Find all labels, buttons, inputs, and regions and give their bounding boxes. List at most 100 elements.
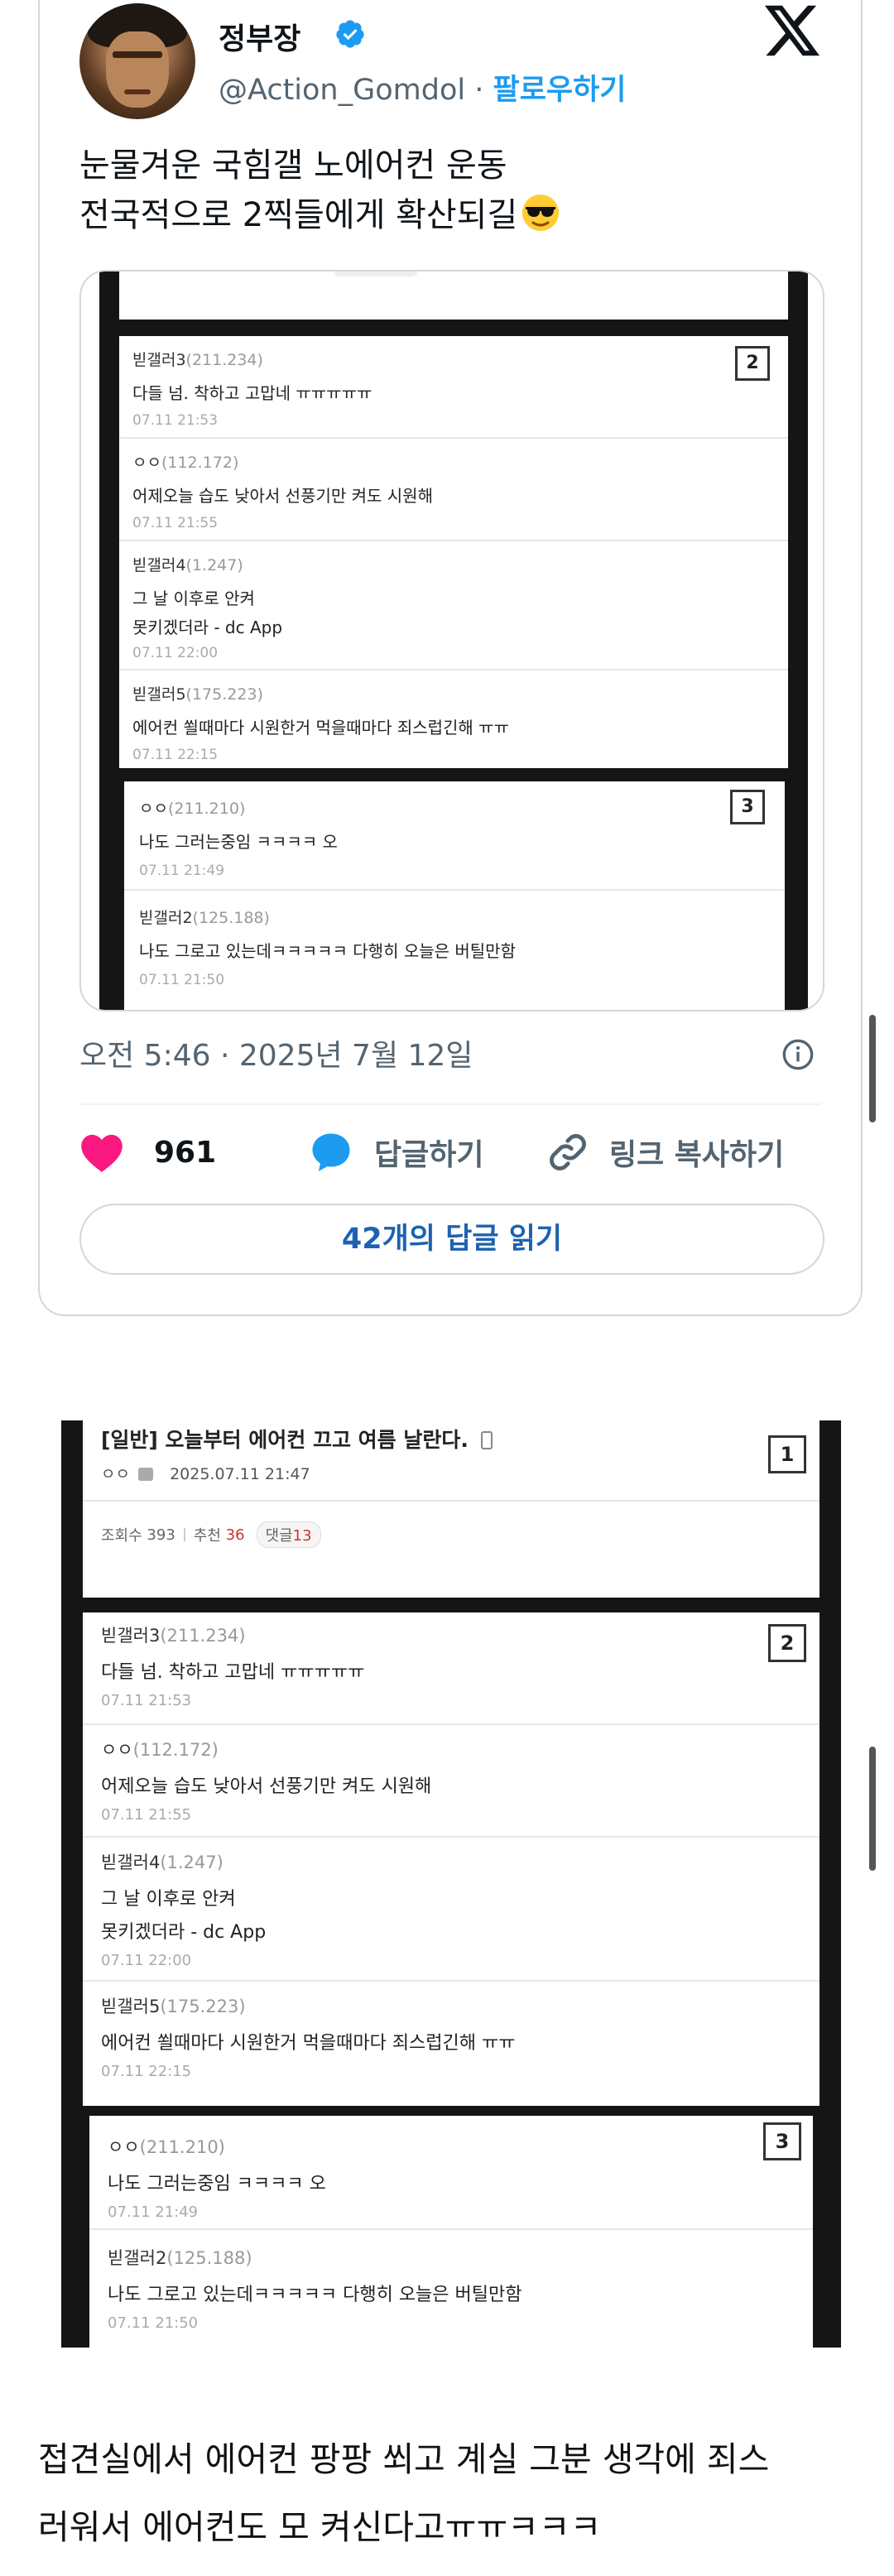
handle[interactable]: @Action_Gomdol: [219, 74, 465, 107]
mobile-icon: [480, 1431, 493, 1449]
comment-ip: (1.247): [185, 556, 243, 574]
comment-ip: (211.210): [139, 2137, 225, 2157]
dc-screenshot: 1 [일반] 오늘부터 에어컨 끄고 여름 날란다. ㅇㅇ 2025.07.11…: [61, 1420, 841, 2348]
comment-ip: (175.223): [160, 1997, 246, 2016]
verified-icon: [336, 20, 364, 48]
comment-4: 빋갤러5(175.223) 에어컨 쐴때마다 시원한거 먹을때마다 죄스럽긴해 …: [83, 1982, 820, 2106]
copy-link-button[interactable]: 링크 복사하기: [546, 1127, 784, 1177]
divider: [79, 1103, 821, 1105]
comments-label: 댓글: [265, 1527, 293, 1545]
comment-author: ㅇㅇ(211.210): [108, 2134, 813, 2159]
comment-author: 빋갤러3(211.234): [132, 348, 788, 370]
post-author: ㅇㅇ: [101, 1465, 130, 1483]
post-title-text: [일반] 오늘부터 에어컨 끄고 여름 날란다.: [101, 1428, 469, 1452]
media-comment-box-2: 2 빋갤러3(211.234) 다들 넘. 착하고 고맙네 ㅠㅠㅠㅠㅠ 07.1…: [119, 336, 788, 768]
comment-author-name: 빋갤러3: [101, 1626, 161, 1646]
reply-label: 답글하기: [374, 1138, 484, 1172]
views-label: 조회수: [101, 1527, 142, 1545]
comment-author-name: 빋갤러4: [101, 1853, 161, 1872]
post-meta: ㅇㅇ 2025.07.11 21:47: [101, 1462, 310, 1484]
read-replies-button[interactable]: 42개의 답글 읽기: [79, 1204, 824, 1275]
comment-text: 나도 그러는중임 ㅋㅋㅋㅋ 오: [108, 2174, 326, 2194]
comment-date: 07.11 21:53: [132, 412, 219, 429]
comment-text: 에어컨 쐴때마다 시원한거 먹을때마다 죄스럽긴해 ㅠㅠ: [101, 2033, 516, 2054]
comment-author: ㅇㅇ(112.172): [101, 1737, 820, 1761]
comment-author-name: ㅇㅇ: [139, 800, 168, 818]
comment-ip: (211.234): [160, 1626, 246, 1646]
comment-text: 다들 넘. 착하고 고맙네 ㅠㅠㅠㅠㅠ: [132, 383, 372, 403]
comment-ip: (1.247): [160, 1853, 223, 1872]
comment-ip: (211.234): [185, 351, 263, 369]
comment-date: 07.11 21:50: [108, 2314, 199, 2332]
comment-text: 나도 그로고 있는데ㅋㅋㅋㅋㅋ 다행히 오늘은 버틸만함: [108, 2285, 522, 2305]
handle-separator: ·: [465, 74, 493, 107]
tweet-text-line-2: 전국적으로 2찍들에게 확산되길: [79, 190, 824, 240]
comments-count: 13: [292, 1527, 312, 1545]
comment-author: ㅇㅇ(112.172): [132, 450, 788, 473]
comment-count-chip[interactable]: 댓글13: [256, 1521, 321, 1548]
comment-author: 빋갤러2(125.188): [139, 906, 785, 928]
comment-author-name: 빋갤러3: [132, 351, 186, 369]
comment-ip: (211.210): [167, 800, 246, 818]
comment-author: 빋갤러5(175.223): [132, 682, 788, 704]
comment-date: 07.11 21:49: [108, 2204, 199, 2221]
media-comment-6: 빋갤러2(125.188) 나도 그로고 있는데ㅋㅋㅋㅋㅋ 다행히 오늘은 버틸…: [124, 891, 785, 1010]
comment-text: 나도 그로고 있는데ㅋㅋㅋㅋㅋ 다행히 오늘은 버틸만함: [139, 941, 516, 961]
comment-text: 다들 넘. 착하고 고맙네 ㅠㅠㅠㅠㅠ: [101, 1662, 365, 1683]
display-name[interactable]: 정부장: [219, 15, 300, 58]
comment-text: 못키겠더라 - dc App: [132, 618, 283, 637]
tweet-actions: 961 답글하기 링크 복사하기: [79, 1127, 824, 1177]
comment-author: ㅇㅇ(211.210): [139, 796, 785, 819]
comment-5: ㅇㅇ(211.210) 나도 그러는중임 ㅋㅋㅋㅋ 오 07.11 21:49: [89, 2116, 813, 2230]
recommend-count: 36: [225, 1526, 245, 1544]
comment-date: 07.11 21:50: [139, 972, 225, 988]
comment-date: 07.11 21:55: [101, 1806, 192, 1824]
like-button[interactable]: 961: [79, 1127, 216, 1177]
tweet-timestamp[interactable]: 오전 5:46 · 2025년 7월 12일: [79, 1031, 473, 1074]
x-logo-icon[interactable]: [765, 5, 820, 56]
media-comment-4: 빋갤러5(175.223) 에어컨 쐴때마다 시원한거 먹을때마다 죄스럽긴해 …: [119, 670, 788, 768]
copy-link-label: 링크 복사하기: [609, 1138, 785, 1172]
comment-author-name: ㅇㅇ: [101, 1740, 133, 1760]
info-icon[interactable]: [781, 1038, 815, 1071]
comment-ip: (125.188): [166, 2248, 252, 2268]
comment-author: 빋갤러3(211.234): [101, 1622, 820, 1647]
handle-row: @Action_Gomdol · 팔로우하기: [219, 66, 627, 108]
comment-author: 빋갤러5(175.223): [101, 1993, 820, 2018]
comment-date: 07.11 22:15: [101, 2063, 192, 2080]
avatar[interactable]: [79, 3, 195, 119]
like-count: 961: [154, 1135, 217, 1170]
heart-icon: [81, 1134, 123, 1172]
tweet-header: 정부장 @Action_Gomdol · 팔로우하기: [79, 3, 828, 119]
follow-button[interactable]: 팔로우하기: [493, 74, 627, 107]
media-comment-box-3: 3 ㅇㅇ(211.210) 나도 그러는중임 ㅋㅋㅋㅋ 오 07.11 21:4…: [124, 781, 785, 1010]
scrollbar-thumb[interactable]: [869, 1015, 876, 1122]
comment-ip: (112.172): [132, 1740, 219, 1760]
media-comment-2: ㅇㅇ(112.172) 어제오늘 습도 낮아서 선풍기만 켜도 시원해 07.1…: [119, 439, 788, 541]
media-top-panel: [119, 272, 788, 320]
comment-text: 에어컨 쐴때마다 시원한거 먹을때마다 죄스럽긴해 ㅠㅠ: [132, 718, 509, 738]
comment-ip: (175.223): [185, 685, 263, 704]
tweet-media[interactable]: 2 빋갤러3(211.234) 다들 넘. 착하고 고맙네 ㅠㅠㅠㅠㅠ 07.1…: [79, 270, 824, 1012]
sunglasses-emoji-icon: [522, 195, 560, 231]
post-caption: 접견실에서 에어컨 팡팡 쐬고 계실 그분 생각에 죄스 러워서 에어컨도 모 …: [38, 2425, 849, 2561]
comment-ip: (125.188): [192, 909, 270, 927]
post-title: [일반] 오늘부터 에어컨 끄고 여름 날란다.: [101, 1424, 493, 1454]
scrollbar-thumb[interactable]: [869, 1747, 876, 1871]
comment-ip: (112.172): [161, 454, 239, 472]
comment-text: 그 날 이후로 안켜: [132, 589, 255, 608]
media-comment-5: ㅇㅇ(211.210) 나도 그러는중임 ㅋㅋㅋㅋ 오 07.11 21:49: [124, 781, 785, 891]
caption-line-2: 러워서 에어컨도 모 켜신다고ㅠㅠㅋㅋㅋ: [38, 2507, 602, 2547]
comment-author-name: ㅇㅇ: [132, 454, 161, 472]
comment-author: 빋갤러4(1.247): [101, 1849, 820, 1874]
comment-author-name: ㅇㅇ: [108, 2137, 140, 2157]
comment-text: 어제오늘 습도 낮아서 선풍기만 켜도 시원해: [101, 1776, 432, 1797]
comment-6: 빋갤러2(125.188) 나도 그로고 있는데ㅋㅋㅋㅋㅋ 다행히 오늘은 버틸…: [89, 2230, 813, 2348]
media-comment-1: 빋갤러3(211.234) 다들 넘. 착하고 고맙네 ㅠㅠㅠㅠㅠ 07.11 …: [119, 336, 788, 439]
comment-text: 어제오늘 습도 낮아서 선풍기만 켜도 시원해: [132, 486, 433, 506]
comment-date: 07.11 21:53: [101, 1692, 192, 1709]
comment-date: 07.11 21:49: [139, 863, 225, 879]
device-icon: [138, 1468, 154, 1481]
comment-date: 07.11 21:55: [132, 515, 219, 531]
reply-button[interactable]: 답글하기: [308, 1127, 483, 1177]
